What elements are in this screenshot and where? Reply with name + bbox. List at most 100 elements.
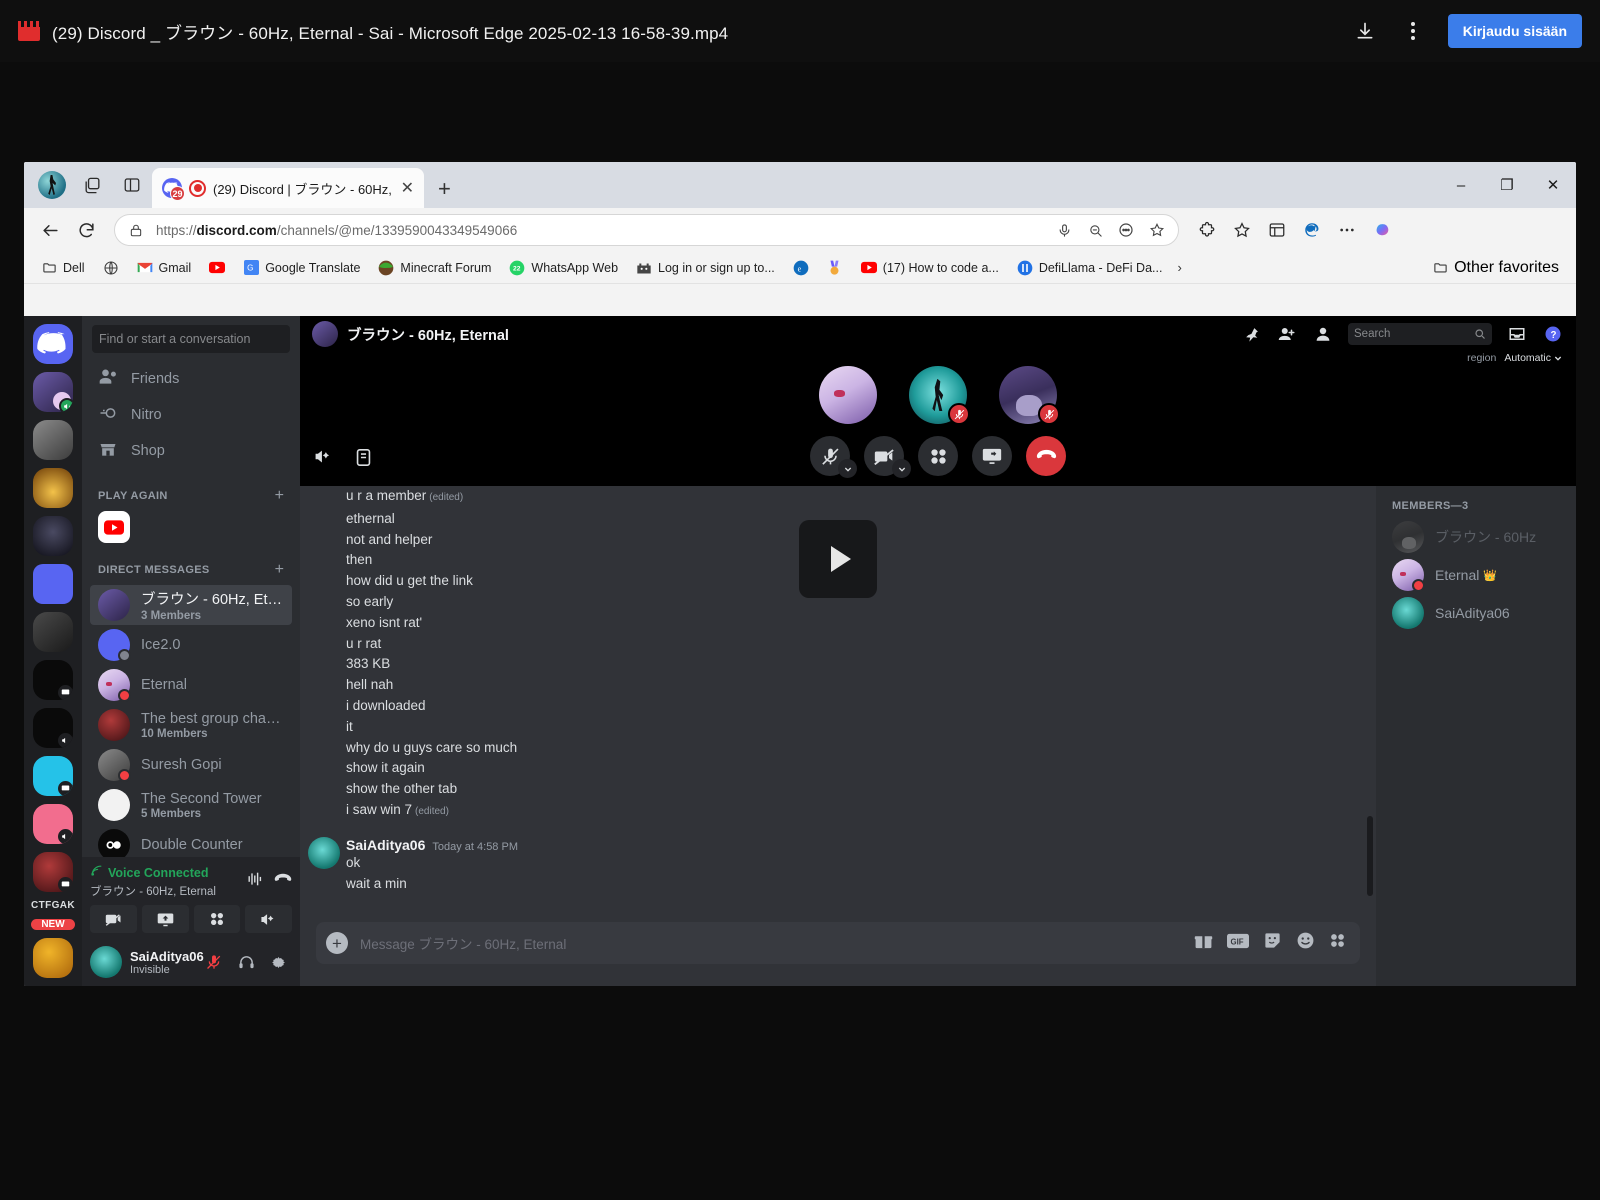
find-conversation-input[interactable]: Find or start a conversation [92,325,290,353]
browser-essentials-icon[interactable] [1296,214,1328,246]
gear-icon[interactable] [264,948,292,976]
member-item[interactable]: SaiAditya06 [1384,594,1568,632]
participant-tile[interactable] [819,366,877,424]
window-maximize-button[interactable]: ❐ [1484,162,1530,208]
server-new-badge[interactable]: NEW [31,919,75,930]
sidebar-item-shop[interactable]: Shop [90,433,292,469]
gift-icon[interactable] [1194,932,1213,955]
chevron-down-icon[interactable] [838,459,857,478]
play-again-youtube-tile[interactable] [98,511,130,543]
sidebar-item-friends[interactable]: Friends [90,361,292,397]
play-again-add-button[interactable]: + [275,488,284,504]
gif-icon[interactable]: GIF [1227,933,1249,954]
bookmark-item[interactable]: 22 WhatsApp Web [502,257,625,279]
collections-icon[interactable] [1261,214,1293,246]
avatar[interactable] [90,946,122,978]
soundboard-icon[interactable] [247,872,264,891]
dm-item[interactable]: Ice2.0 [90,625,292,665]
screen-share-button[interactable] [972,436,1012,476]
download-icon[interactable] [1352,18,1378,44]
avatar[interactable] [308,836,340,869]
message-scrollbar[interactable] [1367,816,1373,896]
server-icon[interactable] [33,708,73,748]
new-tab-button[interactable]: + [438,176,451,202]
window-close-button[interactable]: ✕ [1530,162,1576,208]
dm-item-active[interactable]: ブラウン - 60Hz, Ete... 3 Members [90,585,292,625]
bookmark-item[interactable] [820,257,850,279]
disconnect-call-icon[interactable] [274,872,292,891]
add-favorite-star-icon[interactable] [1146,219,1168,241]
profile-avatar-icon[interactable] [32,165,72,205]
server-icon[interactable] [33,852,73,892]
signin-button[interactable]: Kirjaudu sisään [1447,14,1582,48]
bookmark-item[interactable]: DefiLlama - DeFi Da... [1010,257,1170,279]
members-icon[interactable] [1312,323,1334,345]
bookmark-item[interactable]: e [786,257,816,279]
activities-button[interactable] [918,436,958,476]
help-icon[interactable]: ? [1542,323,1564,345]
bookmark-item[interactable] [202,257,232,279]
member-item[interactable]: ブラウン - 60Hz [1384,518,1568,556]
bookmark-item[interactable]: Dell [34,257,92,279]
server-icon[interactable] [33,756,73,796]
hangup-button[interactable] [1026,436,1066,476]
bookmark-item[interactable] [96,257,126,279]
inbox-icon[interactable] [1506,323,1528,345]
back-icon[interactable] [34,214,66,246]
copilot-icon[interactable] [1366,214,1398,246]
other-favorites-button[interactable]: Other favorites [1425,256,1566,280]
tab-collections-icon[interactable] [72,165,112,205]
chevron-down-icon[interactable] [892,459,911,478]
bookmark-item[interactable]: G Google Translate [236,257,367,279]
chat-toggle-icon[interactable] [355,448,372,472]
mic-muted-icon[interactable] [200,948,228,976]
region-select[interactable]: Automatic [1504,352,1562,364]
tab-close-icon[interactable]: ✕ [399,178,416,198]
voice-soundboard-button[interactable] [245,905,292,933]
message-list[interactable]: u r a member (edited) ethernal not and he… [300,486,1376,922]
voice-camera-off-button[interactable] [90,905,137,933]
more-options-icon[interactable] [1115,219,1137,241]
extensions-icon[interactable] [1191,214,1223,246]
video-play-overlay[interactable] [799,520,877,598]
bookmark-item[interactable]: Gmail [130,257,199,279]
search-input[interactable]: Search [1348,323,1492,345]
discord-home-button[interactable] [33,324,73,364]
dm-item[interactable]: Double Counter [90,825,292,857]
settings-and-more-icon[interactable] [1331,214,1363,246]
sidebar-item-nitro[interactable]: Nitro [90,397,292,433]
server-icon-active-dm[interactable] [33,372,73,412]
zoom-out-icon[interactable] [1084,219,1106,241]
soundboard-icon[interactable] [314,448,333,472]
kebab-menu-icon[interactable] [1400,18,1426,44]
server-icon[interactable] [33,468,73,508]
message-author[interactable]: SaiAditya06 [346,837,425,853]
voice-activities-button[interactable] [193,905,241,933]
add-friend-icon[interactable] [1276,323,1298,345]
create-dm-button[interactable]: + [275,562,284,578]
message-input[interactable]: + Message ブラウン - 60Hz, Eternal GIF [316,922,1360,964]
server-icon[interactable] [33,660,73,700]
server-folder-icon[interactable] [33,564,73,604]
attach-button[interactable]: + [326,932,348,954]
server-icon[interactable] [33,804,73,844]
camera-toggle-button[interactable] [864,436,911,478]
emoji-icon[interactable] [1296,931,1315,955]
dm-item[interactable]: Eternal [90,665,292,705]
dm-item[interactable]: The Second Tower 5 Members [90,785,292,825]
participant-tile[interactable] [999,366,1060,425]
split-screen-icon[interactable] [112,165,152,205]
sticker-icon[interactable] [1263,931,1282,955]
server-icon[interactable] [33,938,73,978]
bookmarks-overflow-icon[interactable]: › [1177,260,1181,275]
reload-icon[interactable] [70,214,102,246]
mic-toggle-button[interactable] [810,436,857,478]
favorites-icon[interactable] [1226,214,1258,246]
window-minimize-button[interactable]: – [1438,162,1484,208]
headphones-icon[interactable] [232,948,260,976]
site-permissions-lock-icon[interactable] [125,219,147,241]
activities-icon[interactable] [1329,932,1346,954]
server-icon[interactable] [33,420,73,460]
address-bar[interactable]: https://discord.com/channels/@me/1339590… [114,214,1179,246]
bookmark-item[interactable]: (17) How to code a... [854,257,1006,279]
